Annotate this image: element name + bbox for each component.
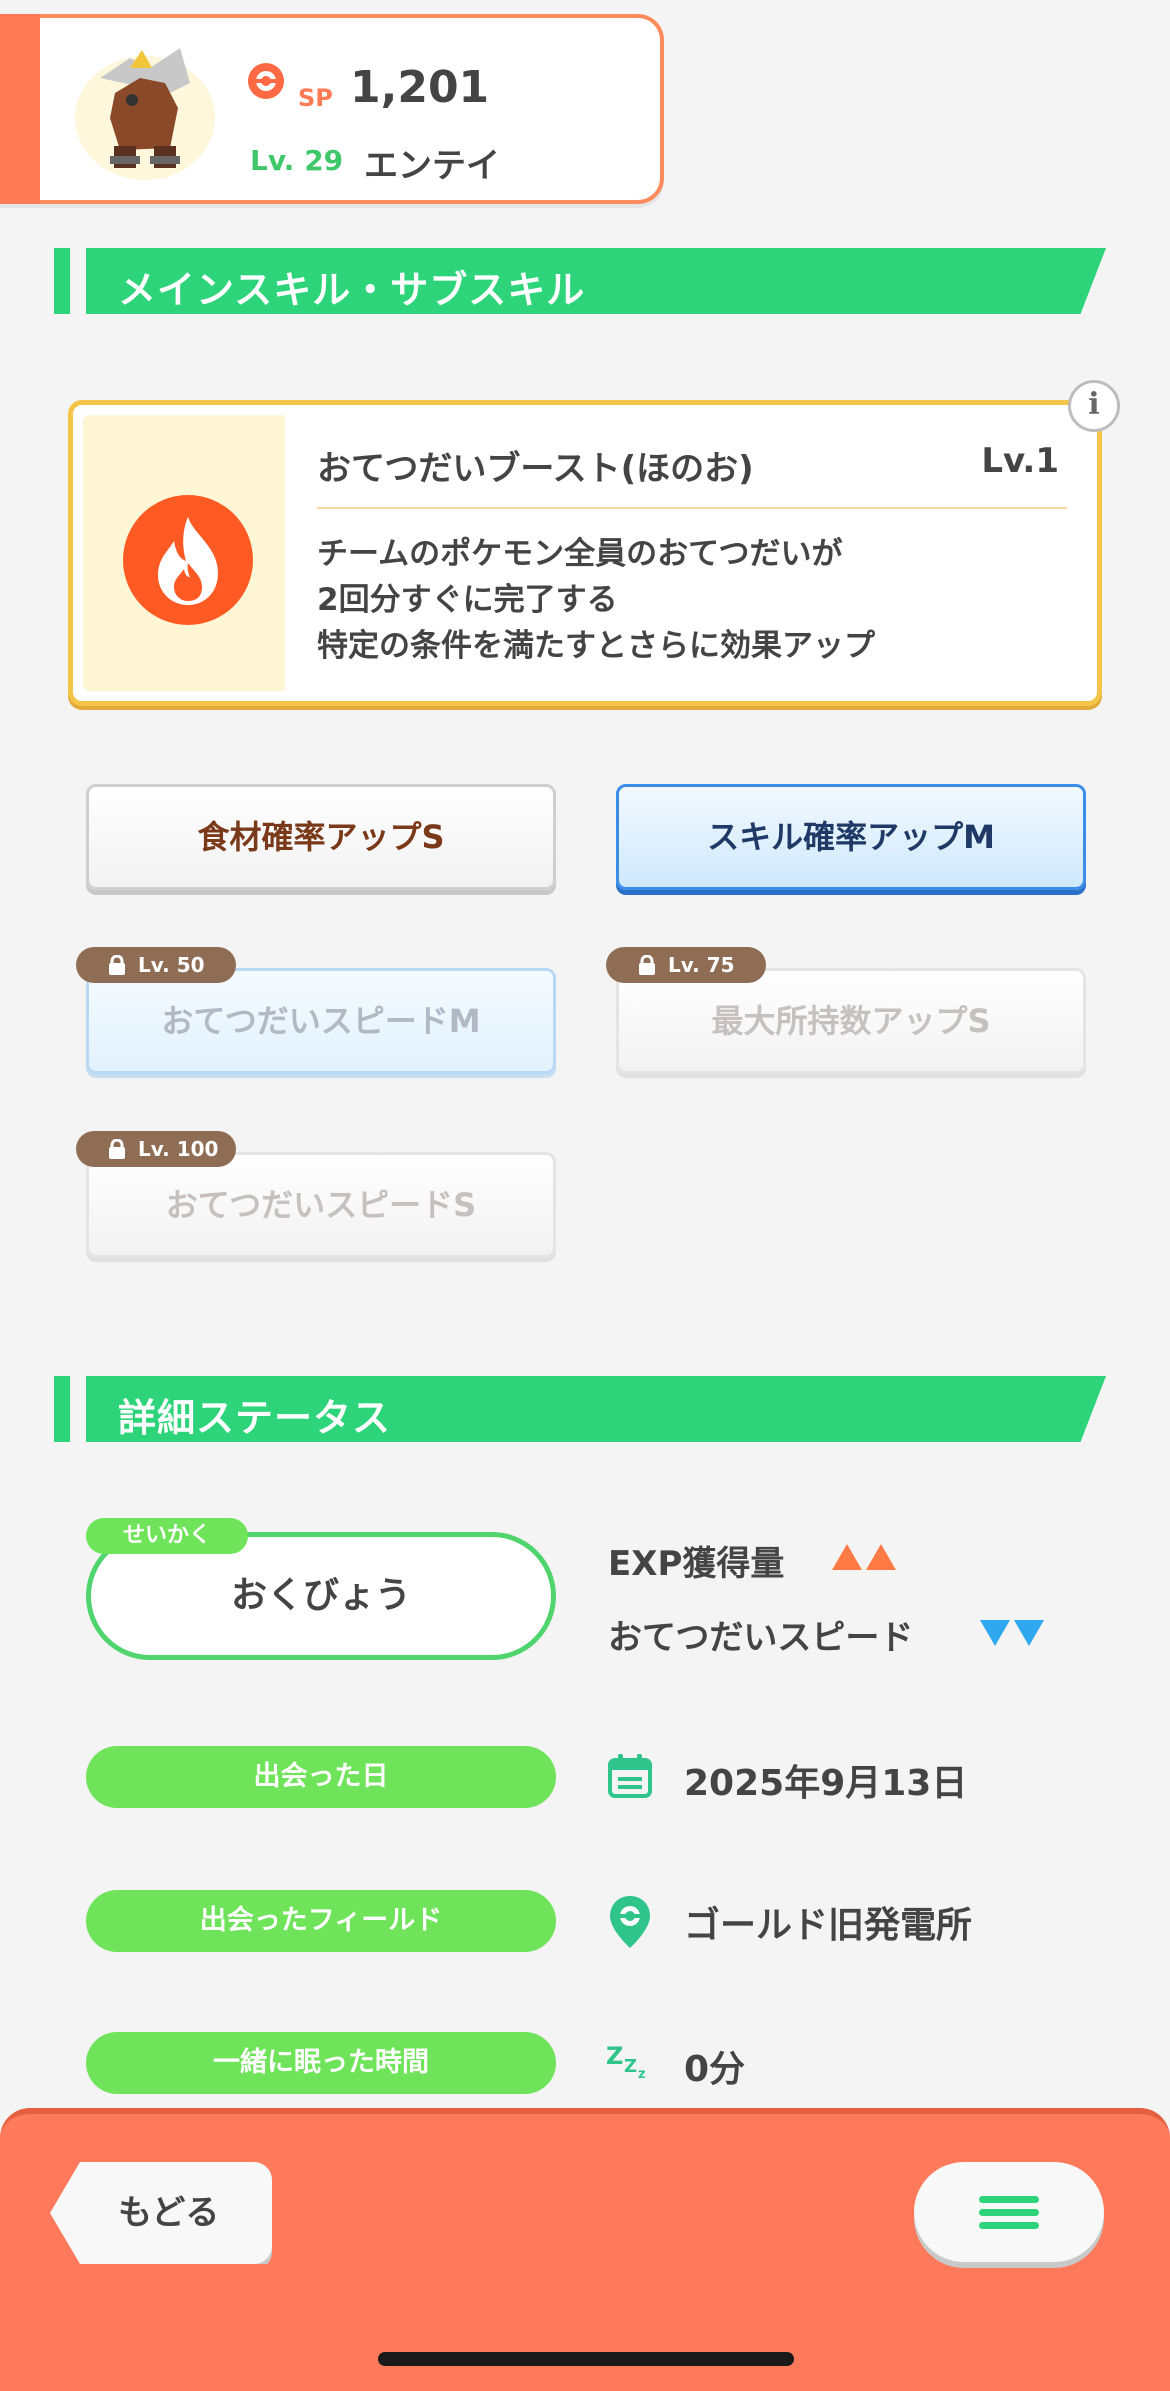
- sub-skill-3[interactable]: おてつだいスピードM: [86, 968, 556, 1074]
- sp-value: 1,201: [350, 62, 490, 113]
- nature-tag: せいかく: [86, 1518, 248, 1554]
- stat-down-arrow-icon: [1014, 1620, 1044, 1646]
- sub-skill-1[interactable]: 食材確率アップS: [86, 784, 556, 890]
- main-skill-level: Lv.1: [981, 441, 1059, 481]
- lock-icon: [109, 955, 125, 975]
- met-field-label: 出会ったフィールド: [86, 1890, 556, 1952]
- back-button[interactable]: もどる: [50, 2162, 272, 2264]
- lock-badge-lv50: Lv. 50: [76, 947, 236, 983]
- slept-time-label: 一緒に眠った時間: [86, 2032, 556, 2094]
- sleep-zzz-icon: Z Z z: [606, 2042, 646, 2082]
- menu-button[interactable]: [914, 2162, 1104, 2262]
- info-icon[interactable]: i: [1068, 380, 1120, 432]
- met-field-value: ゴールド旧発電所: [684, 1905, 973, 1946]
- stat-up-arrow-icon: [832, 1544, 862, 1570]
- met-date-label: 出会った日: [86, 1746, 556, 1808]
- stat-up-arrow-icon: [866, 1544, 896, 1570]
- lock-badge-lv100: Lv. 100: [76, 1131, 236, 1167]
- dream-shard-icon: [248, 63, 284, 99]
- svg-text:z: z: [638, 2067, 646, 2082]
- location-pin-icon: [610, 1896, 650, 1948]
- details-section-header: 詳細ステータス: [54, 1376, 1106, 1442]
- lock-badge-lv75: Lv. 75: [606, 947, 766, 983]
- details-section-title: 詳細ステータス: [118, 1396, 392, 1440]
- nature-up-stat: EXP獲得量: [608, 1544, 785, 1584]
- divider: [317, 507, 1067, 509]
- main-skill-card[interactable]: おてつだいブースト(ほのお) Lv.1 チームのポケモン全員のおてつだいが 2回…: [68, 400, 1102, 706]
- lock-icon: [639, 955, 655, 975]
- pokemon-header-card: SP 1,201 Lv. 29 エンテイ: [0, 14, 664, 204]
- pokemon-portrait: [75, 48, 215, 180]
- fire-icon: [123, 495, 253, 625]
- svg-text:Z: Z: [624, 2056, 637, 2077]
- stat-down-arrow-icon: [980, 1620, 1010, 1646]
- pokemon-name: エンテイ: [364, 146, 500, 186]
- hamburger-menu-icon: [979, 2196, 1039, 2203]
- met-date-value: 2025年9月13日: [684, 1763, 968, 1804]
- sub-skill-4[interactable]: 最大所持数アップS: [616, 968, 1086, 1074]
- main-skill-name: おてつだいブースト(ほのお): [317, 449, 754, 489]
- main-skill-description: チームのポケモン全員のおてつだいが 2回分すぐに完了する 特定の条件を満たすとさ…: [317, 536, 875, 664]
- header-accent-stripe: [0, 14, 40, 204]
- nature-down-stat: おてつだいスピード: [608, 1618, 914, 1658]
- home-indicator[interactable]: [378, 2352, 794, 2366]
- sp-label: SP: [298, 84, 333, 112]
- svg-text:Z: Z: [606, 2042, 623, 2070]
- sub-skill-5[interactable]: おてつだいスピードS: [86, 1152, 556, 1258]
- pokemon-level: Lv. 29: [250, 144, 344, 177]
- skills-section-header: メインスキル・サブスキル: [54, 248, 1106, 314]
- sub-skill-2[interactable]: スキル確率アップM: [616, 784, 1086, 890]
- slept-time-value: 0分: [684, 2049, 746, 2090]
- skills-section-title: メインスキル・サブスキル: [118, 268, 586, 312]
- lock-icon: [109, 1139, 125, 1159]
- calendar-icon: [608, 1754, 652, 1798]
